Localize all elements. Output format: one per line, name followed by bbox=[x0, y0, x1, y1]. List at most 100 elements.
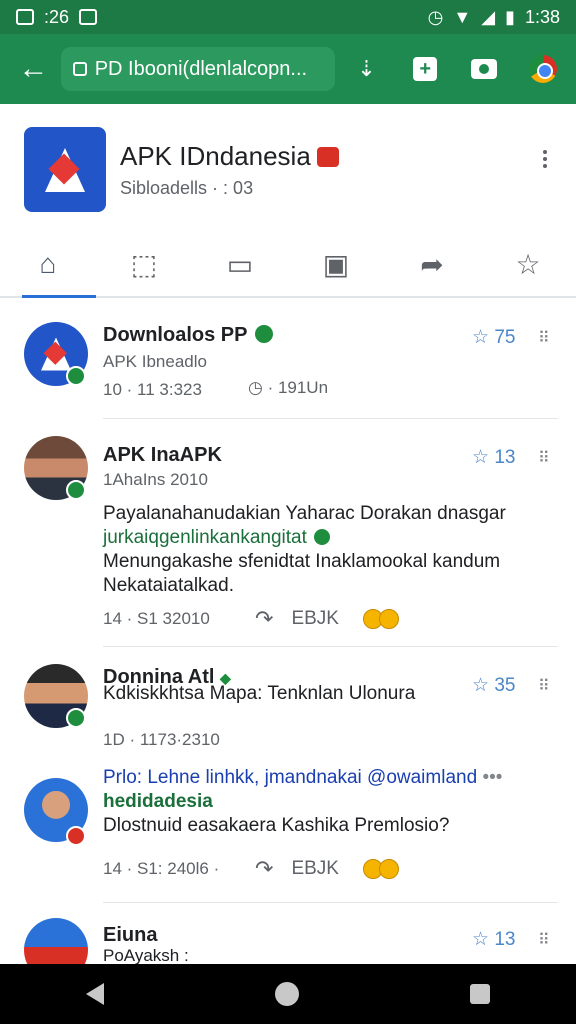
star-count-text: 35 bbox=[494, 675, 516, 696]
post-handle: APK Ibneadlo bbox=[103, 352, 207, 371]
action-label[interactable]: EBJK bbox=[291, 858, 339, 880]
status-bar: :26 ◷ ▼ ◢ ▮ 1:38 bbox=[0, 0, 576, 34]
star-icon: ☆ bbox=[472, 447, 495, 468]
verified-icon bbox=[255, 325, 274, 343]
drag-handle-icon[interactable]: ⠿ bbox=[538, 930, 550, 950]
avatar[interactable] bbox=[24, 918, 88, 964]
share-icon: ➦ bbox=[420, 248, 444, 280]
clock-icon: ◷ bbox=[248, 378, 268, 397]
tab-favorite[interactable]: ☆ bbox=[480, 232, 576, 296]
verified-dot-icon bbox=[66, 480, 86, 500]
verified-dot-icon bbox=[66, 366, 86, 386]
drag-handle-icon[interactable]: ⠿ bbox=[538, 448, 550, 468]
post-date: 10 · 11 3:323 bbox=[103, 380, 202, 399]
new-tab-button[interactable]: + bbox=[404, 47, 447, 91]
app-logo-icon bbox=[39, 144, 91, 196]
star-icon: ☆ bbox=[515, 248, 541, 280]
back-arrow-icon[interactable]: ← bbox=[12, 47, 55, 91]
post-date: 1D · 1173·2310 bbox=[103, 730, 220, 749]
home-icon: ⌂ bbox=[39, 248, 57, 279]
divider bbox=[103, 902, 558, 903]
badge-icon bbox=[316, 147, 339, 167]
status-time-left: :26 bbox=[44, 6, 70, 27]
status-time-right: 1:38 bbox=[524, 6, 560, 27]
post-body-line: Dlostnuid easakaera Kashika Premlosio? bbox=[103, 815, 450, 836]
star-count-text: 13 bbox=[494, 929, 516, 950]
post-body-link[interactable]: jurkaiqgenlinkankangitat bbox=[103, 527, 307, 548]
post-date: 14 · S1 32010 bbox=[103, 609, 210, 628]
emoji-icon[interactable] bbox=[378, 859, 399, 879]
drag-handle-icon[interactable]: ⠿ bbox=[538, 676, 550, 696]
alarm-icon: ◷ bbox=[427, 6, 444, 27]
profile-tabs: ⌂ ⬚ ▭ ▣ ➦ ☆ bbox=[0, 232, 576, 298]
battery-icon: ▮ bbox=[505, 6, 515, 27]
more-dots-icon[interactable]: ••• bbox=[482, 767, 502, 788]
tab-share[interactable]: ➦ bbox=[384, 232, 480, 296]
chrome-button[interactable] bbox=[521, 47, 564, 91]
url-bar[interactable]: PD Ibooni(dlenlalcopn... bbox=[60, 47, 336, 91]
status-dot-icon bbox=[66, 826, 86, 846]
star-icon: ☆ bbox=[472, 929, 495, 950]
star-count[interactable]: ☆ 75 bbox=[472, 326, 515, 349]
post-extra-text: · 191Un bbox=[267, 378, 329, 397]
post-body-line: Prlo: Lehne linhkk, jmandnakai @owaimlan… bbox=[103, 766, 563, 790]
post-extra: ◷ · 191Un bbox=[248, 378, 328, 398]
star-count-text: 13 bbox=[494, 447, 516, 468]
repost-icon: ⬚ bbox=[130, 248, 158, 280]
post-body: Prlo: Lehne linhkk, jmandnakai @owaimlan… bbox=[103, 766, 563, 838]
camera-icon bbox=[470, 59, 497, 79]
post-author: Eiuna bbox=[103, 924, 158, 946]
share-icon[interactable]: ↷ bbox=[255, 856, 273, 882]
url-text: PD Ibooni(dlenlalcopn... bbox=[94, 57, 308, 80]
post-body-line: Nekataiatalkad. bbox=[103, 575, 234, 596]
verified-dot-icon bbox=[66, 708, 86, 728]
more-options-icon[interactable] bbox=[530, 144, 560, 174]
link-icon bbox=[314, 529, 331, 545]
star-count-text: 75 bbox=[494, 327, 516, 348]
divider bbox=[103, 646, 558, 647]
tab-comment[interactable]: ▭ bbox=[192, 232, 288, 296]
emoji-icon[interactable] bbox=[378, 609, 399, 629]
notification-icon bbox=[16, 9, 34, 25]
nav-recents-icon[interactable] bbox=[470, 984, 491, 1004]
post-actions: 14 · S1: 240l6 · ↷ EBJK bbox=[103, 856, 399, 882]
nav-home-icon[interactable] bbox=[274, 982, 299, 1006]
plus-icon: + bbox=[413, 57, 438, 81]
mic-icon[interactable]: ⇣ bbox=[345, 47, 388, 91]
profile-subtitle: Sibloadells · : 03 bbox=[120, 178, 254, 198]
tab-repost[interactable]: ⬚ bbox=[96, 232, 192, 296]
tab-media[interactable]: ▣ bbox=[288, 232, 384, 296]
drag-handle-icon[interactable]: ⠿ bbox=[538, 328, 550, 348]
camera-button[interactable] bbox=[463, 47, 506, 91]
post-body-line: jurkaiqgenlinkankangitat bbox=[103, 526, 553, 550]
profile-title: APK IDndanesia bbox=[120, 141, 339, 172]
share-icon[interactable]: ↷ bbox=[255, 606, 273, 632]
nav-back-icon[interactable] bbox=[85, 983, 104, 1005]
post-body-line: Payalanahanudakian Yaharac Dorakan dnasg… bbox=[103, 503, 506, 524]
profile-logo[interactable] bbox=[24, 127, 106, 212]
wifi-icon: ▼ bbox=[453, 6, 472, 27]
divider bbox=[103, 418, 558, 419]
action-label[interactable]: EBJK bbox=[291, 608, 339, 630]
post-handle: 1AhaIns 2010 bbox=[103, 470, 208, 489]
post-handle: PoAyaksh : bbox=[103, 946, 189, 964]
post-body-line: Menungakashe sfenidtat Inaklamookal kand… bbox=[103, 551, 501, 572]
signal-icon: ◢ bbox=[481, 6, 496, 27]
post-author-text: Downloalos PP bbox=[103, 324, 248, 346]
star-count[interactable]: ☆ 13 bbox=[472, 928, 515, 951]
post-author: Downloalos PP bbox=[103, 324, 274, 347]
post-body-link[interactable]: hedidadesia bbox=[103, 790, 563, 814]
system-nav-bar bbox=[0, 964, 576, 1024]
profile-title-text: APK IDndanesia bbox=[120, 141, 311, 171]
star-icon: ☆ bbox=[472, 675, 495, 696]
star-count[interactable]: ☆ 35 bbox=[472, 674, 515, 697]
chrome-icon bbox=[528, 55, 557, 83]
comment-icon: ▭ bbox=[226, 248, 254, 280]
post-link[interactable]: Prlo: Lehne linhkk, jmandnakai @owaimlan… bbox=[103, 767, 477, 788]
star-icon: ☆ bbox=[472, 327, 495, 348]
post-body: Payalanahanudakian Yaharac Dorakan dnasg… bbox=[103, 502, 553, 598]
tab-home[interactable]: ⌂ bbox=[0, 232, 96, 298]
message-icon bbox=[79, 9, 98, 25]
post-date: 14 · S1: 240l6 · bbox=[103, 859, 220, 878]
star-count[interactable]: ☆ 13 bbox=[472, 446, 515, 469]
